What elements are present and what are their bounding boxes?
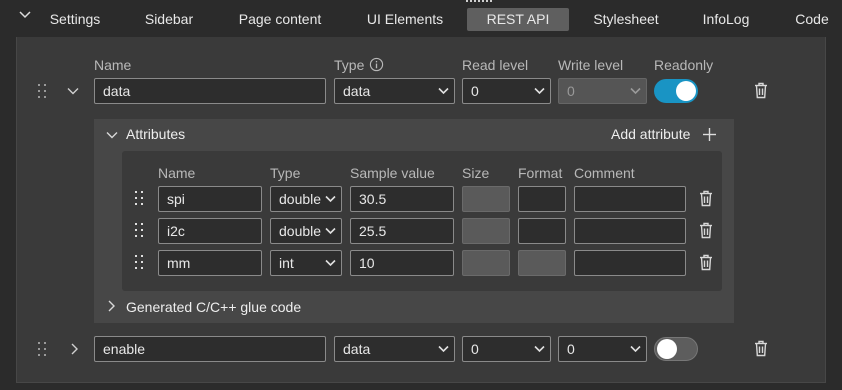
read-level-value: 0: [471, 341, 479, 357]
write-level-column-label: Write level: [558, 57, 624, 73]
chevron-down-icon[interactable]: [17, 7, 33, 23]
attributes-section: Attributes Add attribute Name Type Sampl…: [94, 119, 734, 323]
chevron-down-icon: [325, 195, 336, 203]
attr-sample-input[interactable]: 10: [350, 250, 454, 276]
attr-sample-input[interactable]: 30.5: [350, 186, 454, 212]
attributes-title: Attributes: [126, 126, 186, 142]
chevron-down-icon: [534, 345, 545, 353]
write-level-value: 0: [567, 341, 575, 357]
tab-infolog[interactable]: InfoLog: [693, 8, 759, 31]
readonly-column-label: Readonly: [654, 57, 714, 73]
type-column-label: Type: [334, 57, 365, 73]
tab-ui-elements[interactable]: UI Elements: [356, 8, 454, 31]
attr-name-column-label: Name: [158, 165, 196, 181]
tab-stylesheet[interactable]: Stylesheet: [583, 8, 669, 31]
write-level-select[interactable]: 0: [558, 336, 647, 362]
write-level-select: 0: [558, 78, 647, 104]
variable-type-select[interactable]: data: [334, 336, 455, 362]
tab-bar: Settings Sidebar Page content UI Element…: [0, 0, 842, 37]
variable-type-value: data: [343, 341, 371, 357]
attr-size-input: [462, 250, 510, 276]
attr-format-input: [518, 250, 566, 276]
drag-handle-icon[interactable]: [132, 221, 146, 239]
chevron-down-icon: [630, 345, 641, 353]
chevron-down-icon: [438, 345, 449, 353]
attr-name-input[interactable]: mm: [158, 250, 262, 276]
variable-type-value: data: [343, 83, 371, 99]
tab-page-content[interactable]: Page content: [228, 8, 332, 31]
drag-handle-icon[interactable]: [35, 82, 49, 100]
tab-sidebar[interactable]: Sidebar: [135, 8, 203, 31]
attr-size-column-label: Size: [462, 165, 490, 181]
drag-handle-icon[interactable]: [35, 340, 49, 358]
chevron-down-icon: [438, 87, 449, 95]
chevron-right-icon[interactable]: [105, 299, 117, 313]
attr-type-select[interactable]: double: [270, 218, 342, 244]
attr-type-value: double: [279, 223, 322, 239]
tab-code[interactable]: Code: [784, 8, 840, 31]
attr-type-select[interactable]: int: [270, 250, 342, 276]
add-attribute-button[interactable]: Add attribute: [611, 126, 690, 142]
glue-code-toggle[interactable]: Generated C/C++ glue code: [126, 299, 301, 315]
tab-settings[interactable]: Settings: [40, 8, 110, 31]
name-column-label: Name: [94, 57, 132, 73]
variable-name-input[interactable]: enable: [94, 336, 326, 362]
attr-sample-input[interactable]: 25.5: [350, 218, 454, 244]
attr-format-column-label: Format: [518, 165, 563, 181]
variable-name-input[interactable]: data: [94, 78, 326, 104]
trash-icon[interactable]: [699, 190, 713, 207]
read-level-column-label: Read level: [462, 57, 529, 73]
attr-type-select[interactable]: double: [270, 186, 342, 212]
attr-name-input[interactable]: i2c: [158, 218, 262, 244]
attributes-table: Name Type Sample value Size Format Comme…: [122, 151, 722, 291]
write-level-value: 0: [567, 83, 575, 99]
attr-type-column-label: Type: [270, 165, 301, 181]
attr-type-value: double: [279, 191, 322, 207]
attr-name-input[interactable]: spi: [158, 186, 262, 212]
attr-format-input[interactable]: [518, 218, 566, 244]
read-level-select[interactable]: 0: [462, 336, 551, 362]
attr-size-input: [462, 218, 510, 244]
info-icon[interactable]: [369, 57, 384, 72]
chevron-down-icon: [325, 227, 336, 235]
attr-size-input: [462, 186, 510, 212]
trash-icon[interactable]: [754, 82, 768, 99]
drag-handle-icon[interactable]: [132, 253, 146, 271]
chevron-down-icon[interactable]: [66, 84, 80, 98]
attr-format-input[interactable]: [518, 186, 566, 212]
rest-api-panel: Name Type Read level Write level Readonl…: [16, 37, 826, 383]
attr-comment-input[interactable]: [574, 250, 686, 276]
readonly-toggle[interactable]: [654, 337, 698, 361]
attr-sample-column-label: Sample value: [350, 165, 435, 181]
attr-comment-column-label: Comment: [574, 165, 635, 181]
trash-icon[interactable]: [754, 340, 768, 357]
trash-icon[interactable]: [699, 254, 713, 271]
chevron-down-icon: [630, 87, 641, 95]
trash-icon[interactable]: [699, 222, 713, 239]
drag-handle-icon[interactable]: [132, 189, 146, 207]
chevron-down-icon: [325, 259, 336, 267]
attr-comment-input[interactable]: [574, 186, 686, 212]
tab-rest-api[interactable]: REST API: [467, 8, 569, 31]
plus-icon[interactable]: [702, 127, 717, 142]
readonly-toggle[interactable]: [654, 79, 698, 103]
variable-type-select[interactable]: data: [334, 78, 455, 104]
attr-type-value: int: [279, 255, 294, 271]
read-level-value: 0: [471, 83, 479, 99]
chevron-down-icon: [534, 87, 545, 95]
chevron-down-icon[interactable]: [105, 128, 119, 142]
chevron-right-icon[interactable]: [68, 342, 80, 356]
attr-comment-input[interactable]: [574, 218, 686, 244]
read-level-select[interactable]: 0: [462, 78, 551, 104]
drag-handle-icon[interactable]: [466, 0, 494, 4]
